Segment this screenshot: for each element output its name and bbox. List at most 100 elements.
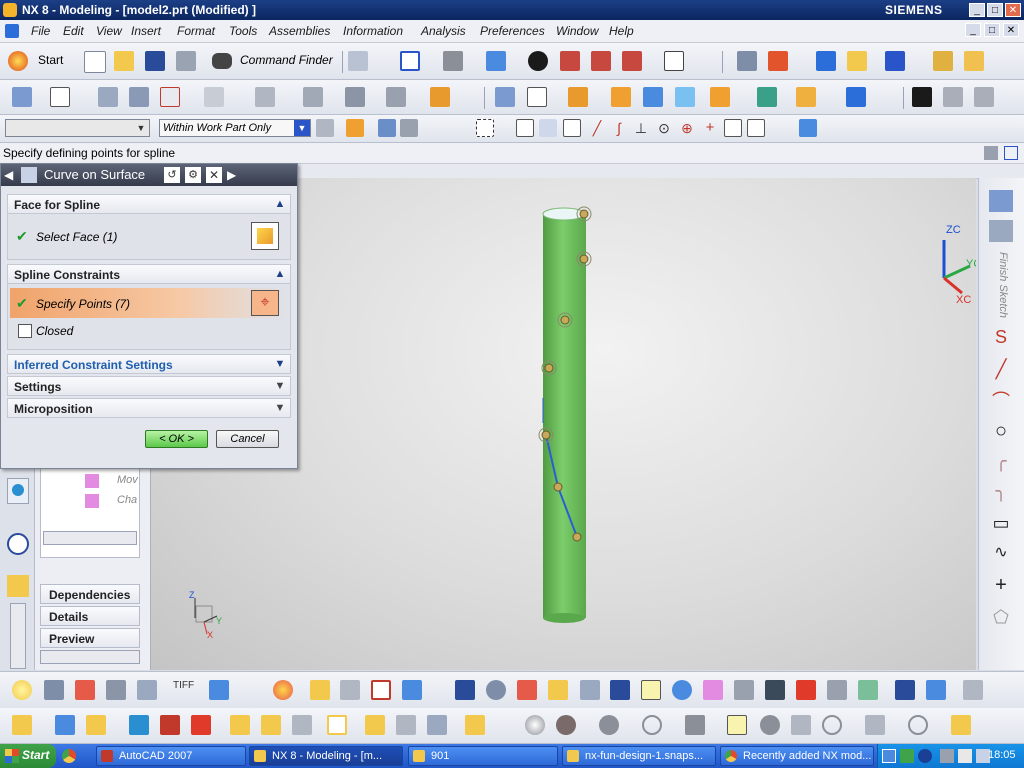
right-view-icon[interactable] [622,51,642,71]
offset-icon[interactable] [345,87,365,107]
sketch-icon[interactable] [12,87,32,107]
disc-icon[interactable] [556,715,576,735]
menu-assemblies[interactable]: Assemblies [269,24,330,38]
pmi-icon[interactable] [427,715,447,735]
trim-icon[interactable] [303,87,323,107]
fasten-icon[interactable] [465,715,485,735]
orient-view-icon[interactable] [528,51,548,71]
dialog-close-icon[interactable]: ✕ [206,167,222,183]
selection-filter-icon[interactable] [885,51,905,71]
sequence-icon[interactable] [230,715,250,735]
details-panel[interactable]: Details [40,606,140,626]
block-icon[interactable] [643,87,663,107]
command-finder-button[interactable]: Command Finder [212,51,342,71]
task-901[interactable]: 901 [408,746,558,766]
person-icon[interactable] [760,715,780,735]
green-box-icon[interactable] [858,680,878,700]
task-autocad[interactable]: AutoCAD 2007 [96,746,246,766]
gray-body-icon[interactable] [734,680,754,700]
folder-blue-icon[interactable] [895,680,915,700]
revolve-icon[interactable] [568,87,588,107]
menu-app-icon[interactable] [5,24,19,38]
scope-dropdown-icon[interactable]: ▼ [294,120,310,136]
mesh-icon[interactable] [827,680,847,700]
mirror-icon[interactable] [160,715,180,735]
unite-icon[interactable] [757,87,777,107]
snap-perpendicular-icon[interactable]: ⊥ [632,119,650,137]
dialog-title-bar[interactable]: ◀ Curve on Surface ↺ ⚙ ✕ ▶ [1,164,297,186]
drafting-icon[interactable] [964,51,984,71]
analysis-icon[interactable] [580,680,600,700]
menu-file[interactable]: File [31,24,50,38]
snapshot-icon[interactable] [75,680,95,700]
cancel-button[interactable]: Cancel [216,430,279,448]
wave-icon[interactable] [261,715,281,735]
face-for-spline-header[interactable]: Face for Spline ▲ [7,194,291,214]
extrude-icon[interactable] [430,87,450,107]
snap-midpoint-icon[interactable] [539,119,557,137]
curve-tool-icon[interactable] [255,87,275,107]
tray-icon-3[interactable] [918,749,932,763]
chamfer-icon[interactable]: ╮ [989,480,1013,502]
dots-grid-icon[interactable] [865,715,885,735]
lightbulb-icon[interactable] [12,680,32,700]
cue-expand-icon[interactable] [1004,146,1018,160]
truck-icon[interactable] [926,680,946,700]
paperclip-icon[interactable] [365,715,385,735]
menu-preferences[interactable]: Preferences [480,24,545,38]
arc-icon[interactable]: ⌒ [989,390,1013,412]
process-studio-icon[interactable] [7,575,29,597]
render-style-icon[interactable] [443,51,463,71]
close-button[interactable]: ✕ [1005,3,1021,17]
finish-sketch-icon[interactable] [989,220,1013,242]
hole-icon[interactable] [611,87,631,107]
type-filter-select[interactable] [5,119,150,137]
settings-gear-icon[interactable]: ⚙ [185,167,201,183]
new-icon[interactable] [84,51,106,73]
fit-icon[interactable] [400,51,420,71]
menu-window[interactable]: Window [556,24,599,38]
menu-analysis[interactable]: Analysis [421,24,466,38]
doc-minimize-button[interactable]: _ [965,23,981,37]
polygon-icon[interactable] [204,87,224,107]
profile-curve-icon[interactable] [160,87,180,107]
spline-tool-icon[interactable] [517,680,537,700]
chevron-down-icon[interactable]: ▼ [273,357,287,371]
info-icon[interactable] [348,51,368,71]
studio-spline-icon[interactable]: ∿ [989,542,1013,564]
cube-blue-icon[interactable] [402,680,422,700]
web-browser-icon[interactable] [7,478,29,504]
ok-button[interactable]: < OK > [145,430,208,448]
menu-edit[interactable]: Edit [63,24,84,38]
movie-stop-icon[interactable] [974,87,994,107]
task-nx[interactable]: NX 8 - Modeling - [m... [249,746,403,766]
reset-icon[interactable]: ↺ [164,167,180,183]
sphere-icon[interactable] [525,715,545,735]
line-icon[interactable]: ╱ [989,358,1013,380]
flat-gray-icon[interactable] [685,715,705,735]
cue-filter-icon[interactable] [984,146,998,160]
top-view-icon[interactable] [591,51,611,71]
link-icon[interactable] [292,715,312,735]
microposition-header[interactable]: Microposition ▼ [7,398,291,418]
tray-icon-5[interactable] [958,749,972,763]
menu-format[interactable]: Format [177,24,215,38]
shaded-icon[interactable] [486,51,506,71]
snap-center-icon[interactable]: ⊙ [655,119,673,137]
menu-insert[interactable]: Insert [131,24,161,38]
dialog-forward-icon[interactable]: ▶ [227,167,241,183]
specify-points-row[interactable]: ✔ Specify Points (7) ⌖ [10,288,288,318]
explode-icon[interactable] [191,715,211,735]
open-icon[interactable] [114,51,134,71]
add-component-icon[interactable] [86,715,106,735]
select-arrow-icon[interactable] [378,119,396,137]
minimize-button[interactable]: _ [969,3,985,17]
solid-icon[interactable] [846,87,866,107]
snapshot-cam-icon[interactable] [963,680,983,700]
finish-sketch-icon[interactable] [129,87,149,107]
spline-constraints-header[interactable]: Spline Constraints ▲ [7,264,291,284]
dependencies-panel[interactable]: Dependencies [40,584,140,604]
task-sketch-icon[interactable] [98,87,118,107]
material-icon[interactable] [703,680,723,700]
deselect-icon[interactable] [400,119,418,137]
